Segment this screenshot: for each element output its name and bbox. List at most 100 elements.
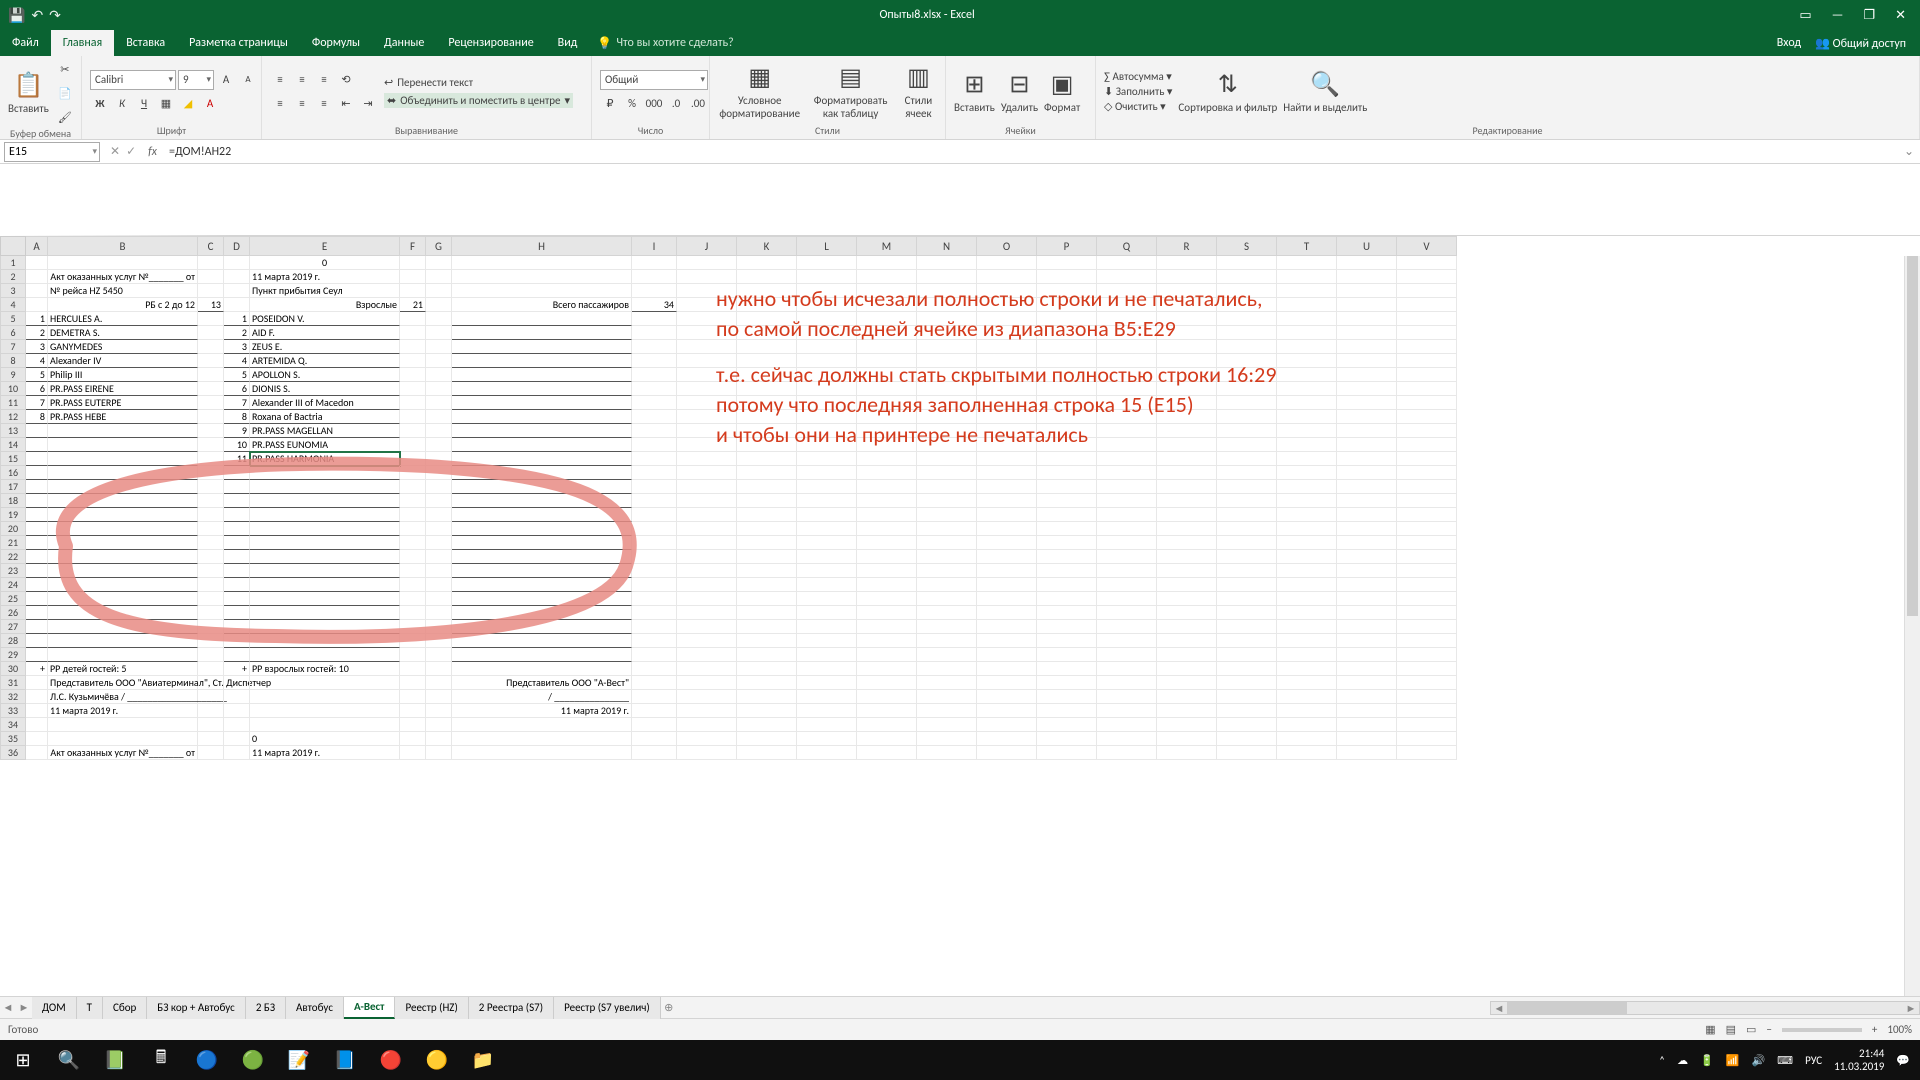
cell[interactable] [1337, 396, 1397, 410]
cell[interactable] [1037, 676, 1097, 690]
row-header[interactable]: 15 [0, 452, 26, 466]
cell[interactable] [48, 620, 198, 634]
align-left-icon[interactable]: ≡ [270, 94, 290, 114]
sheet-tab[interactable]: Реестр (S7 увелич) [554, 997, 661, 1019]
row-header[interactable]: 9 [0, 368, 26, 382]
cell[interactable] [1097, 662, 1157, 676]
book-icon[interactable]: 📘 [322, 1040, 368, 1080]
cell[interactable] [737, 550, 797, 564]
cell[interactable] [977, 466, 1037, 480]
cell[interactable] [26, 648, 48, 662]
cell[interactable] [977, 256, 1037, 270]
tray-battery-icon[interactable]: 🔋 [1700, 1054, 1714, 1067]
cell[interactable]: 0 [250, 732, 400, 746]
explorer-icon[interactable]: 📁 [460, 1040, 506, 1080]
cell[interactable] [1157, 676, 1217, 690]
cell[interactable] [224, 592, 250, 606]
cell[interactable] [400, 424, 426, 438]
cell[interactable] [48, 550, 198, 564]
cell[interactable]: GANYMEDES [48, 340, 198, 354]
cell[interactable] [1337, 508, 1397, 522]
cell[interactable] [1337, 578, 1397, 592]
cell[interactable] [452, 480, 632, 494]
cell[interactable] [452, 326, 632, 340]
cell[interactable] [198, 270, 224, 284]
cell[interactable]: PR.PASS EIRENE [48, 382, 198, 396]
cell[interactable] [1277, 410, 1337, 424]
worksheet[interactable]: 1234567891011121314151617181920212223242… [0, 236, 1920, 996]
cell[interactable] [1277, 494, 1337, 508]
expand-formula-icon[interactable]: ⌄ [1898, 144, 1920, 159]
cell[interactable] [250, 648, 400, 662]
cell[interactable] [1037, 620, 1097, 634]
cell[interactable] [737, 452, 797, 466]
row-header[interactable]: 1 [0, 256, 26, 270]
cell[interactable] [1397, 536, 1457, 550]
cell[interactable] [857, 508, 917, 522]
cell[interactable] [224, 578, 250, 592]
cell[interactable] [1157, 550, 1217, 564]
start-button[interactable]: ⊞ [0, 1040, 46, 1080]
cell[interactable]: 6 [26, 382, 48, 396]
cell[interactable] [1277, 606, 1337, 620]
cell[interactable] [1037, 606, 1097, 620]
sheet-tab[interactable]: БЗ кор + Автобус [147, 997, 246, 1019]
tray-notifications-icon[interactable]: 💬 [1896, 1054, 1910, 1067]
cell[interactable] [452, 648, 632, 662]
col-header-M[interactable]: M [857, 236, 917, 256]
new-sheet-button[interactable]: ⊕ [661, 1001, 677, 1014]
format-cells-button[interactable]: ▣Формат [1044, 70, 1080, 114]
cell[interactable] [48, 424, 198, 438]
cell[interactable] [426, 536, 452, 550]
cell[interactable] [977, 522, 1037, 536]
cell[interactable] [1037, 480, 1097, 494]
cell[interactable] [797, 662, 857, 676]
fx-icon[interactable]: fx [142, 145, 163, 159]
cell[interactable] [452, 382, 632, 396]
cell[interactable] [677, 522, 737, 536]
cell[interactable]: Philip III [48, 368, 198, 382]
cell[interactable] [677, 732, 737, 746]
cut-icon[interactable]: ✂ [55, 59, 75, 79]
cell[interactable] [1397, 746, 1457, 760]
fill-button[interactable]: ⬇ Заполнить ▾ [1104, 85, 1172, 98]
col-header-V[interactable]: V [1397, 236, 1457, 256]
cell[interactable] [1217, 480, 1277, 494]
cell[interactable] [977, 550, 1037, 564]
delete-cells-button[interactable]: ⊟Удалить [1001, 70, 1038, 114]
cell[interactable] [1217, 690, 1277, 704]
cell[interactable] [632, 256, 677, 270]
cell[interactable] [677, 676, 737, 690]
cell[interactable]: 11 марта 2019 г. [452, 704, 632, 718]
currency-icon[interactable]: ₽ [600, 94, 620, 114]
cell[interactable] [224, 606, 250, 620]
cell[interactable]: 9 [224, 424, 250, 438]
cell[interactable] [48, 466, 198, 480]
cell[interactable] [198, 312, 224, 326]
cell[interactable] [198, 676, 224, 690]
cell[interactable] [632, 326, 677, 340]
cell[interactable] [26, 690, 48, 704]
cell[interactable] [677, 704, 737, 718]
cell[interactable] [1277, 466, 1337, 480]
cell[interactable] [1277, 284, 1337, 298]
cell[interactable] [857, 606, 917, 620]
cell[interactable] [917, 620, 977, 634]
cell[interactable]: 1 [224, 312, 250, 326]
cell[interactable] [632, 424, 677, 438]
insert-cells-button[interactable]: ⊞Вставить [954, 70, 995, 114]
cell[interactable] [224, 746, 250, 760]
cell[interactable] [26, 676, 48, 690]
tab-Формулы[interactable]: Формулы [300, 30, 372, 56]
cell[interactable] [632, 662, 677, 676]
cell[interactable] [426, 592, 452, 606]
cell[interactable] [48, 606, 198, 620]
cell[interactable] [677, 606, 737, 620]
cell[interactable]: PR.PASS HARMONIA [250, 452, 400, 466]
cell[interactable] [1157, 256, 1217, 270]
row-header[interactable]: 13 [0, 424, 26, 438]
share-button[interactable]: 👥 Общий доступ [1815, 36, 1906, 51]
cell[interactable] [632, 438, 677, 452]
vertical-scrollbar[interactable] [1904, 256, 1920, 996]
cell[interactable]: + [224, 662, 250, 676]
